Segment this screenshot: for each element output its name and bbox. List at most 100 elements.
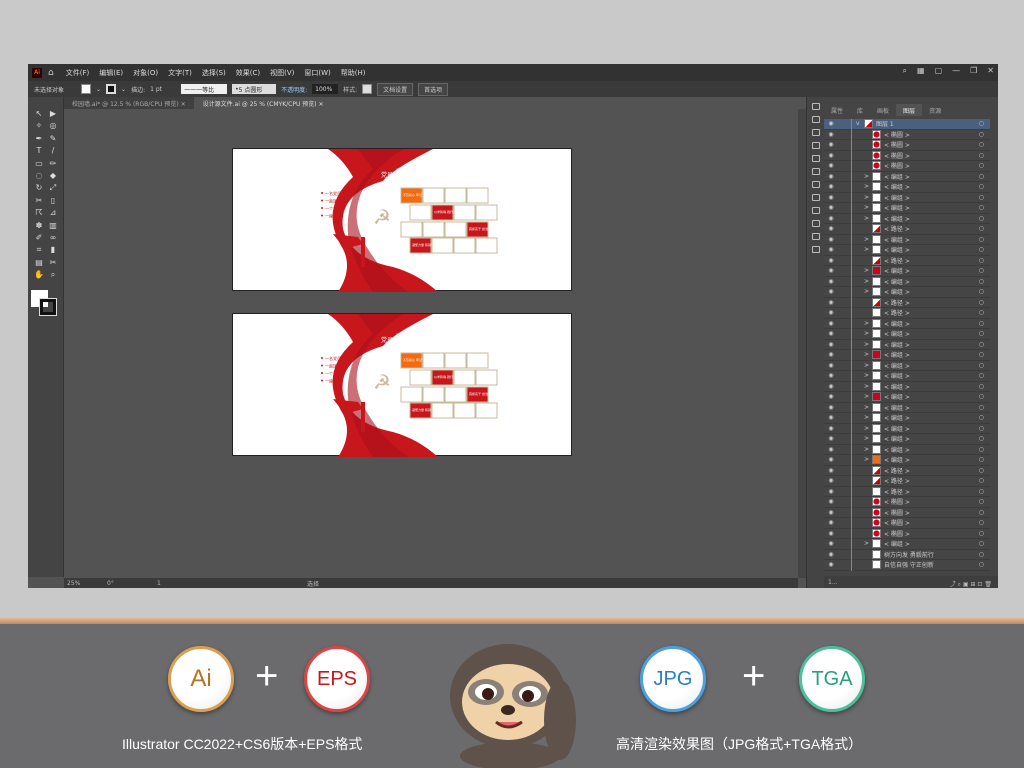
expand-icon[interactable]: > — [864, 393, 869, 400]
target-icon[interactable]: ○ — [979, 236, 984, 243]
tool-icon[interactable]: ✐ — [33, 233, 45, 243]
target-icon[interactable]: ○ — [979, 194, 984, 201]
search-icon[interactable]: ⌕ — [903, 66, 907, 76]
target-icon[interactable]: ○ — [979, 488, 984, 495]
tool-icon[interactable]: ◌ — [33, 171, 45, 181]
workspace-icon[interactable]: ▦ — [917, 66, 925, 76]
arrange-icon[interactable]: ▢ — [935, 66, 943, 76]
expand-icon[interactable]: > — [864, 278, 869, 285]
eye-icon[interactable]: ◉ — [824, 414, 838, 421]
target-icon[interactable]: ○ — [979, 509, 984, 516]
expand-icon[interactable]: > — [864, 246, 869, 253]
target-icon[interactable]: ○ — [979, 467, 984, 474]
eye-icon[interactable]: ◉ — [824, 341, 838, 348]
target-icon[interactable]: ○ — [979, 278, 984, 285]
layer-row[interactable]: ◉ < 椭圆 > ○ — [824, 528, 990, 539]
stroke-color[interactable] — [39, 298, 57, 316]
target-icon[interactable]: ○ — [979, 299, 984, 306]
expand-icon[interactable]: > — [864, 372, 869, 379]
layer-row[interactable]: ◉ > < 编组 > ○ — [824, 539, 990, 550]
tool-icon[interactable]: ▥ — [47, 221, 59, 231]
layer-row[interactable]: ◉ > < 编组 > ○ — [824, 350, 990, 361]
layer-row[interactable]: ◉ < 路径 > ○ — [824, 476, 990, 487]
menu-select[interactable]: 选择(S) — [202, 68, 226, 78]
target-icon[interactable]: ○ — [979, 320, 984, 327]
layer-row[interactable]: ◉ > < 编组 > ○ — [824, 234, 990, 245]
target-icon[interactable]: ○ — [979, 309, 984, 316]
target-icon[interactable]: ○ — [979, 383, 984, 390]
expand-icon[interactable]: > — [864, 425, 869, 432]
layer-row[interactable]: ◉ > < 编组 > ○ — [824, 402, 990, 413]
target-icon[interactable]: ○ — [979, 288, 984, 295]
layer-row[interactable]: ◉ > < 编组 > ○ — [824, 423, 990, 434]
layer-row[interactable]: ◉ > < 编组 > ○ — [824, 203, 990, 214]
layer-row[interactable]: ◉ < 椭圆 > ○ — [824, 140, 990, 151]
tab-libraries[interactable]: 库 — [850, 104, 870, 116]
eye-icon[interactable]: ◉ — [824, 425, 838, 432]
tool-icon[interactable]: ▤ — [33, 258, 45, 268]
target-icon[interactable]: ○ — [979, 330, 984, 337]
layer-row[interactable]: ◉ > < 编组 > ○ — [824, 318, 990, 329]
target-icon[interactable]: ○ — [979, 551, 984, 558]
tool-icon[interactable]: ◎ — [47, 121, 59, 131]
eye-icon[interactable]: ◉ — [824, 540, 838, 547]
layer-row[interactable]: ◉ < 路径 > ○ — [824, 486, 990, 497]
eye-icon[interactable]: ◉ — [824, 351, 838, 358]
layer-row[interactable]: ◉ > < 编组 > ○ — [824, 371, 990, 382]
target-icon[interactable]: ○ — [979, 530, 984, 537]
eye-icon[interactable]: ◉ — [824, 393, 838, 400]
layer-row[interactable]: ◉ > < 编组 > ○ — [824, 213, 990, 224]
tool-icon[interactable]: ✧ — [33, 121, 45, 131]
eye-icon[interactable]: ◉ — [824, 383, 838, 390]
target-icon[interactable]: ○ — [979, 362, 984, 369]
chevron-down-icon[interactable]: ⌄ — [121, 86, 126, 93]
eye-icon[interactable]: ◉ — [824, 309, 838, 316]
target-icon[interactable]: ○ — [979, 393, 984, 400]
layer-row[interactable]: ◉ > < 编组 > ○ — [824, 413, 990, 424]
eye-icon[interactable]: ◉ — [824, 551, 838, 558]
eye-icon[interactable]: ◉ — [824, 498, 838, 505]
eye-icon[interactable]: ◉ — [824, 225, 838, 232]
layer-row[interactable]: ◉ > < 编组 > ○ — [824, 266, 990, 277]
eye-icon[interactable]: ◉ — [824, 488, 838, 495]
opacity-input[interactable]: 100% — [312, 84, 339, 94]
layer-row[interactable]: ◉ > < 编组 > ○ — [824, 434, 990, 445]
eye-icon[interactable]: ◉ — [824, 131, 838, 138]
menu-object[interactable]: 对象(O) — [133, 68, 158, 78]
eye-icon[interactable]: ◉ — [824, 435, 838, 442]
layer-actions-icons[interactable]: ⤴ ⌕ ▣ ⊞ ⊡ 🗑 — [950, 579, 992, 589]
tool-icon[interactable]: ✂ — [47, 258, 59, 268]
expand-icon[interactable]: > — [864, 351, 869, 358]
eye-icon[interactable]: ◉ — [824, 183, 838, 190]
eye-icon[interactable]: ◉ — [824, 299, 838, 306]
target-icon[interactable]: ○ — [979, 173, 984, 180]
menu-help[interactable]: 帮助(H) — [341, 68, 366, 78]
target-icon[interactable]: ○ — [979, 162, 984, 169]
panel-icon[interactable] — [811, 129, 820, 136]
eye-icon[interactable]: ◉ — [824, 404, 838, 411]
expand-icon[interactable]: > — [864, 404, 869, 411]
canvas[interactable]: ☭ 党员 风采 一名党员 一面旗帜 一个支部 一座堡垒 不忘初心 牢记使命 以学铸魂 践行宗旨… — [64, 109, 798, 578]
eye-icon[interactable]: ◉ — [824, 530, 838, 537]
menu-effect[interactable]: 效果(C) — [236, 68, 260, 78]
layer-row[interactable]: ◉ < 路径 > ○ — [824, 297, 990, 308]
eye-icon[interactable]: ◉ — [824, 141, 838, 148]
expand-icon[interactable]: > — [864, 194, 869, 201]
layer-row[interactable]: ◉ 自信自强 守正创新 ○ — [824, 560, 990, 571]
eye-icon[interactable]: ◉ — [824, 477, 838, 484]
target-icon[interactable]: ○ — [979, 215, 984, 222]
tool-icon[interactable]: ⌕ — [47, 270, 59, 280]
tool-icon[interactable]: ▯ — [47, 196, 59, 206]
menu-file[interactable]: 文件(F) — [66, 68, 90, 78]
layer-row[interactable]: ◉ < 路径 > ○ — [824, 255, 990, 266]
tool-icon[interactable]: ✎ — [47, 134, 59, 144]
tool-icon[interactable]: ⊿ — [47, 208, 59, 218]
target-icon[interactable]: ○ — [979, 131, 984, 138]
layer-row[interactable]: ◉ > < 编组 > ○ — [824, 339, 990, 350]
eye-icon[interactable]: ◉ — [824, 456, 838, 463]
menu-view[interactable]: 视图(V) — [270, 68, 294, 78]
eye-icon[interactable]: ◉ — [824, 330, 838, 337]
chevron-down-icon[interactable]: ⌄ — [96, 86, 101, 93]
tool-icon[interactable]: ∞ — [47, 233, 59, 243]
artboard-number[interactable]: 1 — [157, 580, 237, 587]
